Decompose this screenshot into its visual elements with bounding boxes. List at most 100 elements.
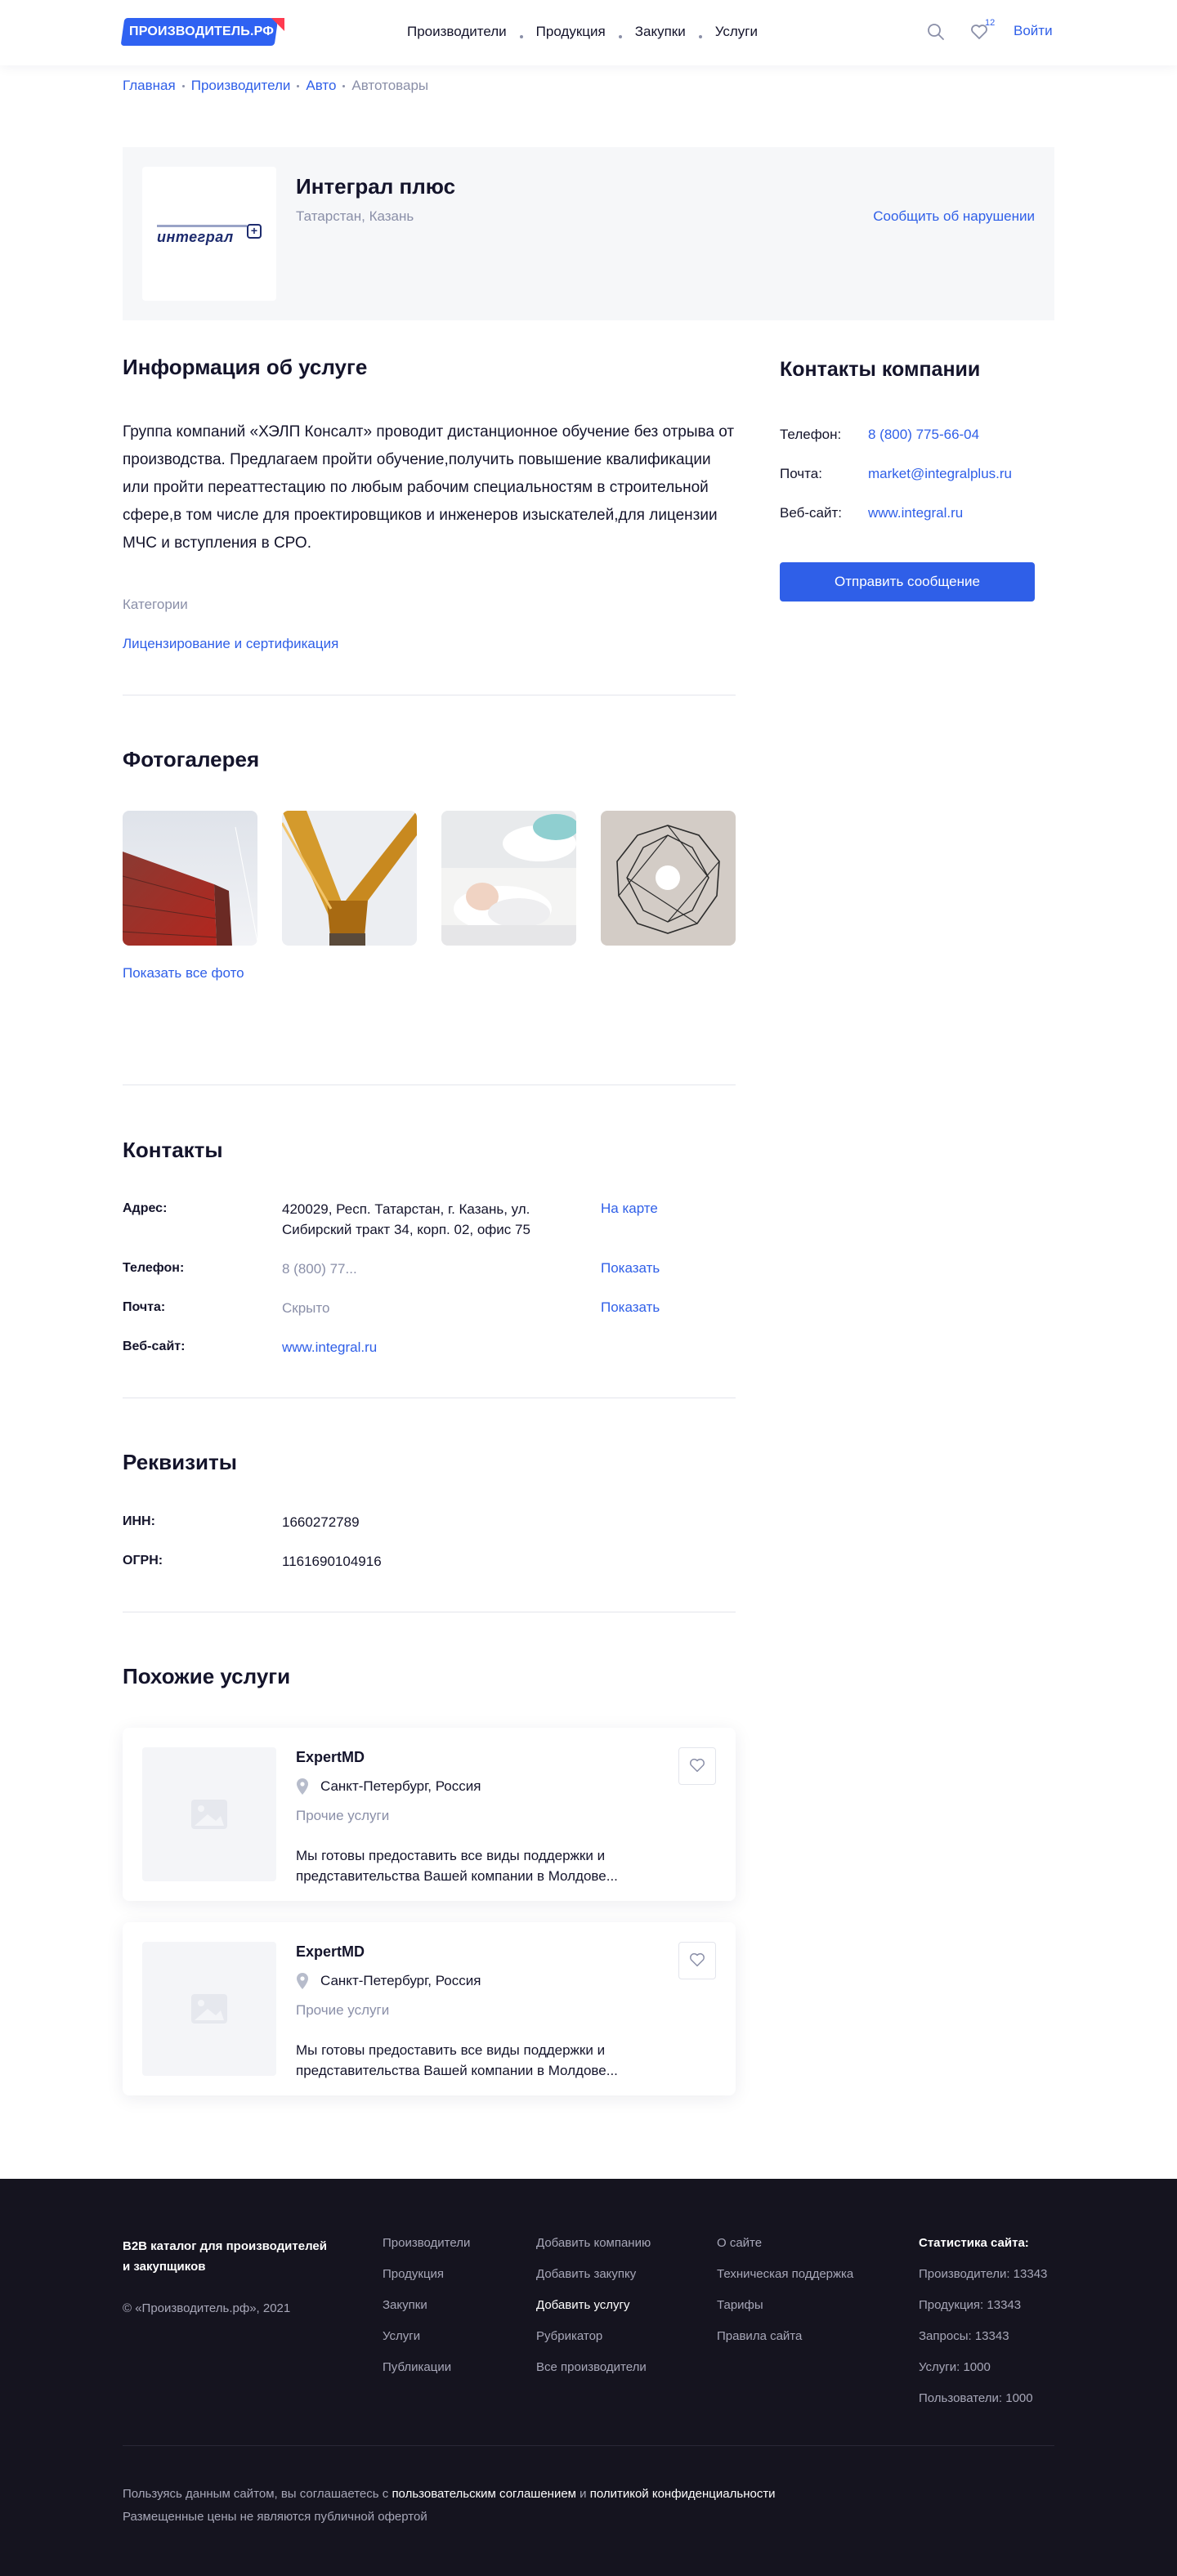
- site-footer: B2B каталог для производителей и закупщи…: [0, 2179, 1177, 2576]
- nav-separator: [519, 35, 523, 38]
- service-image-placeholder: [142, 1747, 276, 1881]
- footer-link[interactable]: О сайте: [717, 2236, 853, 2250]
- login-link[interactable]: Войти: [1014, 23, 1053, 39]
- category-link[interactable]: Лицензирование и сертификация: [123, 636, 338, 652]
- breadcrumb-separator: [342, 84, 346, 87]
- similar-service-card[interactable]: ExpertMD Санкт-Петербург, Россия Прочие …: [123, 1728, 736, 1901]
- legal-and: и: [580, 2487, 587, 2501]
- heart-icon: [690, 1952, 705, 1966]
- nav-item-purchases[interactable]: Закупки: [635, 24, 686, 40]
- service-name[interactable]: ExpertMD: [296, 1749, 365, 1766]
- contacts-title: Контакты: [123, 1138, 223, 1162]
- footer-link[interactable]: Продукция: [383, 2267, 470, 2281]
- user-agreement-link[interactable]: пользовательским соглашением: [392, 2487, 576, 2501]
- gallery-photo[interactable]: [123, 811, 257, 946]
- breadcrumb-current: Автотовары: [351, 78, 429, 93]
- footer-link[interactable]: Рубрикатор: [536, 2329, 651, 2343]
- add-to-favorites-button[interactable]: [678, 1747, 716, 1785]
- footer-stat: Продукция: 13343: [919, 2298, 1022, 2312]
- breadcrumb-separator: [297, 84, 300, 87]
- breadcrumb-producers[interactable]: Производители: [191, 78, 291, 94]
- map-link[interactable]: На карте: [601, 1201, 658, 1217]
- service-category: Прочие услуги: [296, 2002, 390, 2018]
- gallery-photo[interactable]: [282, 811, 417, 946]
- inn-value: 1660272789: [282, 1514, 360, 1530]
- service-name[interactable]: ExpertMD: [296, 1943, 365, 1961]
- footer-legal: Пользуясь данным сайтом, вы соглашаетесь…: [123, 2483, 776, 2529]
- footer-add-column: Добавить компанию Добавить закупку Добав…: [536, 2236, 651, 2391]
- footer-link[interactable]: Все производители: [536, 2360, 651, 2374]
- footer-link[interactable]: Правила сайта: [717, 2329, 853, 2343]
- show-email-link[interactable]: Показать: [601, 1299, 660, 1316]
- contact-email-value: Скрыто: [282, 1300, 330, 1316]
- service-image-placeholder: [142, 1942, 276, 2076]
- website-link[interactable]: www.integral.ru: [868, 505, 963, 521]
- company-name: Интеграл плюс: [296, 174, 456, 199]
- contact-phone-value: 8 (800) 77...: [282, 1261, 357, 1277]
- nav-item-products[interactable]: Продукция: [536, 24, 606, 40]
- website-label: Веб-сайт:: [780, 505, 842, 521]
- service-category: Прочие услуги: [296, 1808, 390, 1823]
- breadcrumb-separator: [181, 84, 185, 87]
- add-to-favorites-button[interactable]: [678, 1942, 716, 1979]
- footer-link[interactable]: Тарифы: [717, 2298, 853, 2312]
- footer-stats-column: Статистика сайта: Производители: 13343 П…: [919, 2236, 1047, 2422]
- phone-link[interactable]: 8 (800) 775-66-04: [868, 427, 979, 443]
- site-logo[interactable]: ПРОИЗВОДИТЕЛЬ.РФ: [120, 18, 284, 46]
- show-phone-link[interactable]: Показать: [601, 1260, 660, 1277]
- site-header: ПРОИЗВОДИТЕЛЬ.РФ Производители Продукция…: [0, 0, 1177, 65]
- contact-email-label: Почта:: [123, 1300, 166, 1314]
- nav-item-services[interactable]: Услуги: [715, 24, 758, 40]
- inn-label: ИНН:: [123, 1514, 155, 1528]
- footer-link[interactable]: Услуги: [383, 2329, 470, 2343]
- company-logo[interactable]: интеграл +: [142, 167, 276, 301]
- privacy-policy-link[interactable]: политикой конфиденциальности: [590, 2487, 776, 2501]
- service-description-line: представительства Вашей компании в Молдо…: [296, 1868, 618, 1884]
- footer-copyright: © «Производитель.рф», 2021: [123, 2301, 291, 2315]
- similar-service-card[interactable]: ExpertMD Санкт-Петербург, Россия Прочие …: [123, 1922, 736, 2095]
- gallery-photo[interactable]: [441, 811, 576, 946]
- search-icon[interactable]: [926, 22, 946, 42]
- about-title: Информация об услуге: [123, 355, 368, 379]
- breadcrumb-auto[interactable]: Авто: [306, 78, 336, 94]
- breadcrumb: Главная Производители Авто Автотовары: [123, 78, 428, 94]
- footer-link[interactable]: Публикации: [383, 2360, 470, 2374]
- footer-stat: Запросы: 13343: [919, 2329, 1009, 2343]
- send-message-button[interactable]: Отправить сообщение: [780, 562, 1035, 602]
- contact-website-label: Веб-сайт:: [123, 1339, 186, 1353]
- service-description-line: представительства Вашей компании в Молдо…: [296, 2063, 618, 2078]
- company-contacts-title: Контакты компании: [780, 358, 981, 381]
- footer-about-line: B2B каталог для производителей: [123, 2239, 327, 2253]
- contact-phone-label: Телефон:: [123, 1261, 185, 1275]
- favorites-count-badge: 12: [985, 18, 996, 28]
- price-disclaimer: Размещенные цены не являются публичной о…: [123, 2510, 427, 2524]
- company-region: Татарстан, Казань: [296, 208, 414, 224]
- breadcrumb-home[interactable]: Главная: [123, 78, 176, 94]
- show-all-photos-link[interactable]: Показать все фото: [123, 965, 244, 982]
- categories-label: Категории: [123, 597, 188, 612]
- footer-divider: [123, 2445, 1054, 2446]
- footer-stat: Производители: 13343: [919, 2267, 1048, 2281]
- footer-stats-title: Статистика сайта:: [919, 2236, 1029, 2250]
- nav-item-producers[interactable]: Производители: [407, 24, 507, 40]
- page: ПРОИЗВОДИТЕЛЬ.РФ Производители Продукция…: [0, 0, 1177, 2179]
- footer-link[interactable]: Добавить закупку: [536, 2267, 651, 2281]
- gallery-photo[interactable]: [601, 811, 736, 946]
- report-violation-link[interactable]: Сообщить об нарушении: [873, 208, 1035, 225]
- logo-text: ПРОИЗВОДИТЕЛЬ.РФ: [129, 25, 275, 38]
- footer-link[interactable]: Добавить компанию: [536, 2236, 651, 2250]
- footer-link[interactable]: Производители: [383, 2236, 470, 2250]
- main-nav: Производители Продукция Закупки Услуги: [407, 24, 758, 40]
- footer-about-line: и закупщиков: [123, 2260, 206, 2274]
- service-location: Санкт-Петербург, Россия: [320, 1973, 481, 1988]
- footer-link[interactable]: Закупки: [383, 2298, 470, 2312]
- service-description: Мы готовы предоставить все виды поддержк…: [296, 2040, 672, 2081]
- service-location: Санкт-Петербург, Россия: [320, 1778, 481, 1794]
- footer-info-column: О сайте Техническая поддержка Тарифы Пра…: [717, 2236, 853, 2360]
- contact-website-link[interactable]: www.integral.ru: [282, 1337, 377, 1357]
- about-text: Группа компаний «ХЭЛП Консалт» проводит …: [123, 423, 735, 552]
- email-link[interactable]: market@integralplus.ru: [868, 466, 1012, 482]
- footer-link[interactable]: Техническая поддержка: [717, 2267, 853, 2281]
- image-placeholder-icon: [191, 1800, 227, 1829]
- footer-link[interactable]: Добавить услугу: [536, 2298, 651, 2312]
